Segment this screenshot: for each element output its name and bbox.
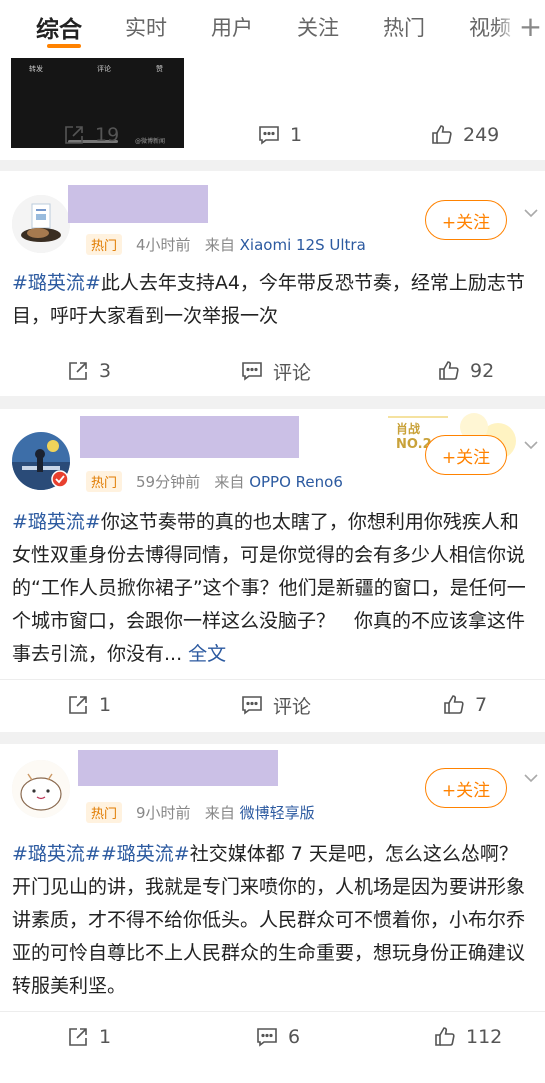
- repost-button[interactable]: 3: [66, 348, 111, 394]
- repost-button[interactable]: 19: [62, 112, 119, 158]
- comment-label: 评论: [273, 695, 312, 718]
- comment-button[interactable]: 评论: [240, 682, 311, 728]
- action-bar: 19 1 249: [0, 112, 545, 158]
- post-time: 59分钟前: [136, 473, 201, 491]
- comment-icon: [242, 362, 262, 381]
- video-controls: 转发 评论 赞: [11, 58, 184, 80]
- post-time: 4小时前: [136, 236, 191, 254]
- post-text: #璐英流#你这节奏带的真的也太瞎了，你想利用你残疾人和女性双重身份去博得同情，可…: [12, 506, 534, 671]
- avatar-image: [12, 195, 70, 253]
- post-device: OPPO Reno6: [249, 473, 343, 491]
- tab-realtime[interactable]: 实时: [125, 12, 167, 42]
- tab-comprehensive[interactable]: 综合: [36, 10, 82, 44]
- post-body: 社交媒体都 7 天是吧，怎么这么怂啊？开门见山的讲，我就是专门来喷你的，人机场是…: [12, 843, 526, 997]
- hot-badge: 热门: [86, 234, 123, 255]
- comment-icon: [259, 126, 279, 145]
- post-time: 9小时前: [136, 804, 191, 822]
- tab-hot[interactable]: 热门: [383, 12, 425, 42]
- post-source-label: 来自: [204, 236, 235, 254]
- avatar-image: [12, 760, 70, 818]
- action-bar: 1 评论 7: [0, 682, 545, 728]
- post-text: #璐英流#此人去年支持A4，今年带反恐节奏，经常上励志节目，呼吁大家看到一次举报…: [12, 267, 534, 333]
- comment-button[interactable]: 6: [255, 1014, 300, 1060]
- repost-count: 3: [99, 360, 112, 382]
- add-tab-button[interactable]: +: [516, 6, 545, 48]
- username-redacted[interactable]: [78, 750, 278, 786]
- chevron-down-icon[interactable]: [522, 204, 540, 222]
- hot-badge: 热门: [86, 471, 123, 492]
- avatar[interactable]: [12, 760, 70, 818]
- repost-count: 1: [99, 1026, 112, 1048]
- chevron-down-icon[interactable]: [522, 436, 540, 454]
- fan-badge-name: 肖战: [396, 422, 421, 436]
- thumbs-up-icon: [444, 695, 464, 714]
- username-redacted[interactable]: [68, 185, 208, 223]
- follow-button[interactable]: +关注: [425, 768, 507, 808]
- divider: [0, 679, 545, 680]
- like-button[interactable]: 92: [437, 348, 494, 394]
- tab-fade: [496, 0, 518, 56]
- repost-button[interactable]: 1: [66, 682, 111, 728]
- comment-button[interactable]: 1: [257, 112, 302, 158]
- topic-link[interactable]: #璐英流#: [101, 843, 190, 865]
- avatar[interactable]: [12, 195, 70, 253]
- like-count: 112: [466, 1026, 503, 1048]
- verified-badge-icon: [51, 470, 69, 488]
- thumbs-up-icon: [439, 361, 459, 380]
- comment-count: 1: [290, 124, 303, 146]
- post-meta: 4小时前 来自 Xiaomi 12S Ultra: [136, 234, 366, 255]
- expand-full-text-link[interactable]: 全文: [188, 643, 226, 665]
- topic-link[interactable]: #璐英流#: [12, 511, 101, 533]
- action-bar: 1 6 112: [0, 1014, 545, 1060]
- comment-button[interactable]: 评论: [240, 348, 311, 394]
- topic-link[interactable]: #璐英流#: [12, 843, 101, 865]
- follow-button[interactable]: +关注: [425, 200, 507, 240]
- repost-icon: [69, 362, 87, 380]
- post-card: 热门 4小时前 来自 Xiaomi 12S Ultra +关注 #璐英流#此人去…: [0, 171, 545, 396]
- divider: [0, 1011, 545, 1012]
- video-like: 赞: [156, 65, 163, 73]
- post-meta: 9小时前 来自 微博轻享版: [136, 802, 315, 823]
- like-count: 7: [475, 694, 488, 716]
- post-card: 肖战 NO.2 热门 59分钟前 来自 OPPO Reno6 +关注 #璐英流#…: [0, 409, 545, 732]
- thumbs-up-icon: [435, 1027, 455, 1046]
- repost-count: 1: [99, 694, 112, 716]
- action-bar: 3 评论 92: [0, 348, 545, 394]
- tab-users[interactable]: 用户: [211, 12, 253, 42]
- repost-count: 19: [95, 124, 120, 146]
- post-meta: 59分钟前 来自 OPPO Reno6: [136, 471, 343, 492]
- hot-badge: 热门: [86, 802, 123, 823]
- video-forward: 转发: [29, 65, 43, 73]
- chevron-down-icon[interactable]: [522, 769, 540, 787]
- comment-icon: [242, 696, 262, 715]
- post-device: Xiaomi 12S Ultra: [239, 236, 366, 254]
- top-tab-bar: 综合 实时 用户 关注 热门 视频 +: [0, 0, 545, 56]
- username-redacted[interactable]: [80, 416, 299, 458]
- post-device: 微博轻享版: [239, 804, 315, 822]
- repost-button[interactable]: 1: [66, 1014, 111, 1060]
- repost-icon: [69, 696, 87, 714]
- post-source-label: 来自: [214, 473, 245, 491]
- comment-icon: [257, 1028, 277, 1047]
- post-text: #璐英流##璐英流#社交媒体都 7 天是吧，怎么这么怂啊？开门见山的讲，我就是专…: [12, 838, 534, 1003]
- comment-count: 6: [288, 1026, 301, 1048]
- tab-following[interactable]: 关注: [297, 12, 339, 42]
- topic-link[interactable]: #璐英流#: [12, 272, 101, 294]
- like-button[interactable]: 112: [433, 1014, 502, 1060]
- repost-icon: [69, 1028, 87, 1046]
- post-body: 你这节奏带的真的也太瞎了，你想利用你残疾人和女性双重身份去博得同情，可是你觉得的…: [12, 511, 526, 665]
- thumbs-up-icon: [432, 125, 452, 144]
- comment-label: 评论: [273, 361, 312, 384]
- post-card: 热门 9小时前 来自 微博轻享版 +关注 #璐英流##璐英流#社交媒体都 7 天…: [0, 744, 545, 1083]
- like-button[interactable]: 249: [430, 112, 499, 158]
- follow-button[interactable]: +关注: [425, 435, 507, 475]
- active-tab-indicator: [47, 44, 81, 48]
- repost-icon: [65, 126, 83, 144]
- video-comment: 评论: [97, 65, 111, 73]
- like-count: 249: [463, 124, 500, 146]
- post-card: 转发 评论 赞 @微博新闻 19 1 249: [0, 56, 545, 160]
- like-button[interactable]: 7: [442, 682, 487, 728]
- post-source-label: 来自: [204, 804, 235, 822]
- like-count: 92: [470, 360, 495, 382]
